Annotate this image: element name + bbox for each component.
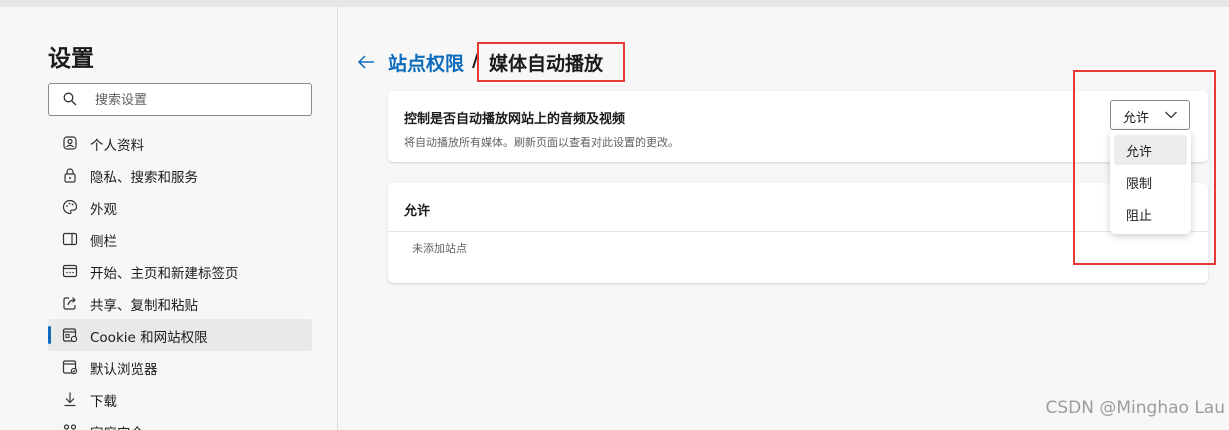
window-top-bar <box>0 0 1229 7</box>
autoplay-setting-title: 控制是否自动播放网站上的音频及视频 <box>404 112 626 127</box>
allow-list-title: 允许 <box>404 204 431 219</box>
sidebar-item-privacy[interactable]: 隐私、搜索和服务 <box>48 159 312 191</box>
sidebar-item-label: 家庭安全 <box>90 422 144 430</box>
share-icon <box>63 297 76 310</box>
sidebar-item-cookies[interactable]: Cookie 和网站权限 <box>48 319 312 351</box>
sidebar-item-start-home[interactable]: 开始、主页和新建标签页 <box>48 255 312 287</box>
sidebar-item-label: 侧栏 <box>90 234 117 250</box>
sidebar-item-label: 开始、主页和新建标签页 <box>90 266 239 282</box>
home-tab-icon <box>62 264 78 278</box>
settings-title: 设置 <box>48 46 94 72</box>
browser-icon <box>62 360 78 375</box>
sidebar-item-label: 共享、复制和粘贴 <box>90 298 198 314</box>
download-icon <box>64 392 76 407</box>
sidebar-item-label: 下载 <box>90 394 117 410</box>
sidebar-item-share[interactable]: 共享、复制和粘贴 <box>48 287 312 319</box>
palette-icon <box>62 199 78 215</box>
sidebar-item-label: Cookie 和网站权限 <box>90 330 208 346</box>
highlight-box-title <box>477 42 625 82</box>
breadcrumb-site-permissions[interactable]: 站点权限 <box>388 49 464 76</box>
autoplay-setting-description: 将自动播放所有媒体。刷新页面以查看对此设置的更改。 <box>404 136 679 149</box>
settings-nav: 个人资料 隐私、搜索和服务 外观 侧栏 开始、主页和新建标签页 共享、复制和粘贴… <box>48 127 312 430</box>
sidebar-icon <box>62 232 78 246</box>
sidebar-item-label: 默认浏览器 <box>90 362 158 378</box>
sidebar-item-label: 隐私、搜索和服务 <box>90 170 198 186</box>
search-input[interactable] <box>93 88 307 112</box>
allow-list-empty-text: 未添加站点 <box>412 242 467 255</box>
sidebar-item-label: 个人资料 <box>90 138 144 154</box>
back-arrow-icon[interactable] <box>356 52 376 72</box>
watermark: CSDN @Minghao Lau <box>1045 398 1226 418</box>
family-icon <box>63 424 77 430</box>
sidebar-item-profile[interactable]: 个人资料 <box>48 127 312 159</box>
search-icon <box>63 92 77 106</box>
highlight-box-dropdown <box>1073 70 1216 265</box>
sidebar-item-appearance[interactable]: 外观 <box>48 191 312 223</box>
sidebar-item-family[interactable]: 家庭安全 <box>48 415 312 430</box>
lock-icon <box>64 168 76 183</box>
site-permissions-icon <box>62 328 78 343</box>
profile-icon <box>63 136 77 150</box>
sidebar-item-default-browser[interactable]: 默认浏览器 <box>48 351 312 383</box>
settings-sidebar: 设置 个人资料 隐私、搜索和服务 <box>0 7 338 430</box>
sidebar-item-sidebar[interactable]: 侧栏 <box>48 223 312 255</box>
sidebar-item-label: 外观 <box>90 202 117 218</box>
sidebar-item-downloads[interactable]: 下载 <box>48 383 312 415</box>
search-box[interactable] <box>48 83 312 116</box>
